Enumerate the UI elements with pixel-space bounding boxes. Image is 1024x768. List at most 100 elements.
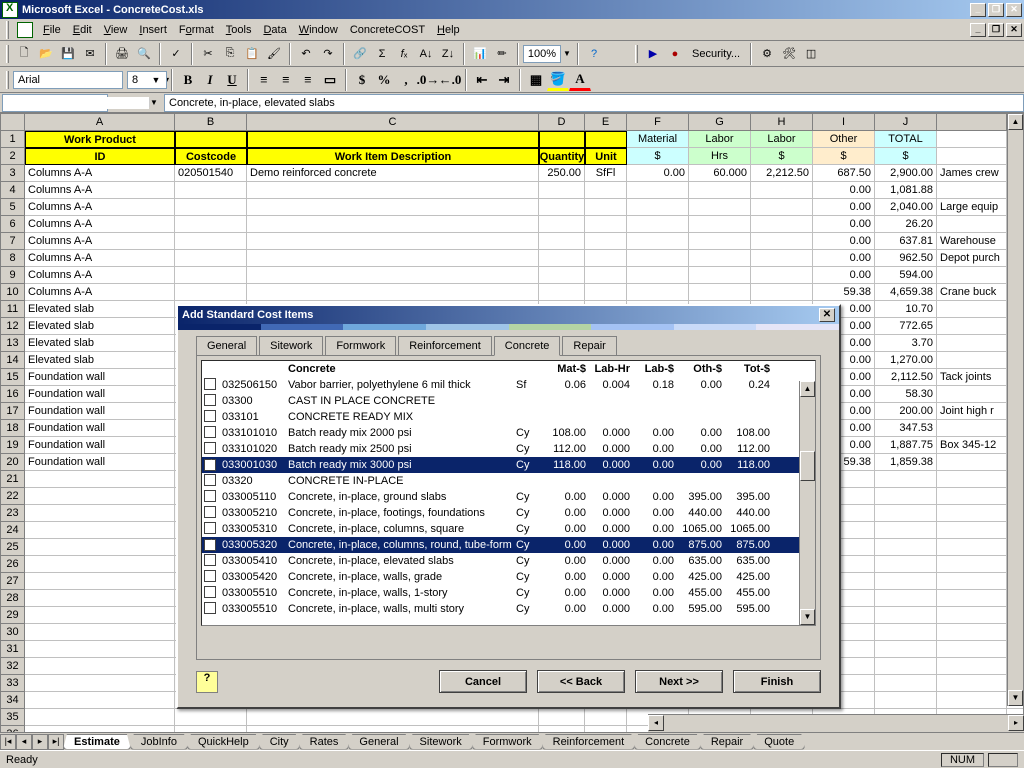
cell-31-9[interactable] <box>875 641 937 658</box>
cell-9-C[interactable] <box>247 267 539 284</box>
align-left-icon[interactable]: ≡ <box>253 69 275 91</box>
cell-7-B[interactable] <box>175 233 247 250</box>
cell-34-10[interactable] <box>937 692 1007 709</box>
cell-9-E[interactable] <box>585 267 627 284</box>
cell-27-9[interactable] <box>875 573 937 590</box>
scroll-up-icon[interactable]: ▲ <box>1008 114 1023 130</box>
row-header-10[interactable]: 10 <box>1 284 25 301</box>
row-header-20[interactable]: 20 <box>1 454 25 471</box>
cell-4-H[interactable] <box>751 182 813 199</box>
cell-14-J[interactable]: 1,270.00 <box>875 352 937 369</box>
sheet-tab-formwork[interactable]: Formwork <box>472 734 543 750</box>
cell-10-K[interactable]: Crane buck <box>937 284 1007 301</box>
dialog-close-button[interactable]: ✕ <box>819 308 835 322</box>
minimize-button[interactable]: _ <box>970 3 986 17</box>
cell-17-J[interactable]: 200.00 <box>875 403 937 420</box>
cell-3-D[interactable]: 250.00 <box>539 165 585 182</box>
row-header-22[interactable]: 22 <box>1 488 25 505</box>
name-box[interactable]: ▼ <box>2 94 108 112</box>
zoom-combo[interactable]: ▼ <box>523 45 573 63</box>
cell-9-I[interactable]: 0.00 <box>813 267 875 284</box>
autosum-icon[interactable]: Σ <box>371 43 393 65</box>
col-header-H[interactable]: H <box>751 114 813 131</box>
align-center-icon[interactable]: ≡ <box>275 69 297 91</box>
cell-10-I[interactable]: 59.38 <box>813 284 875 301</box>
row-header-28[interactable]: 28 <box>1 590 25 607</box>
dialog-help-button[interactable]: ? <box>196 671 218 693</box>
print-icon[interactable]: 🖨 <box>111 43 133 65</box>
col-header-F[interactable]: F <box>627 114 689 131</box>
menu-insert[interactable]: Insert <box>133 22 173 38</box>
cell-31-0[interactable] <box>25 641 175 658</box>
cell-15-A[interactable]: Foundation wall <box>25 369 175 386</box>
select-all-cell[interactable] <box>1 114 25 131</box>
cell-5-I[interactable]: 0.00 <box>813 199 875 216</box>
sheet-tab-quote[interactable]: Quote <box>753 734 805 750</box>
row-header-30[interactable]: 30 <box>1 624 25 641</box>
cell-4-J[interactable]: 1,081.88 <box>875 182 937 199</box>
col-header-[interactable] <box>937 114 1007 131</box>
cell-27-10[interactable] <box>937 573 1007 590</box>
worksheet-area[interactable]: ABCDEFGHIJ1Work ProductMaterialLaborLabo… <box>0 113 1024 743</box>
spelling-icon[interactable]: ✓ <box>165 43 187 65</box>
name-box-dropdown-icon[interactable]: ▼ <box>149 98 158 107</box>
paste-icon[interactable]: 📋 <box>241 43 263 65</box>
comma-icon[interactable]: , <box>395 69 417 91</box>
row-header-6[interactable]: 6 <box>1 216 25 233</box>
cell-10-F[interactable] <box>627 284 689 301</box>
cell-33-10[interactable] <box>937 675 1007 692</box>
tab-nav-last-icon[interactable]: ▸| <box>48 734 64 750</box>
cell-10-C[interactable] <box>247 284 539 301</box>
help-icon[interactable]: ? <box>583 43 605 65</box>
hscroll-right-icon[interactable]: ▸ <box>1008 715 1024 731</box>
item-checkbox[interactable] <box>204 539 216 551</box>
cell-8-K[interactable]: Depot purch <box>937 250 1007 267</box>
item-checkbox[interactable] <box>204 474 216 486</box>
hyperlink-icon[interactable]: 🔗 <box>349 43 371 65</box>
menu-concretecost[interactable]: ConcreteCOST <box>344 22 431 38</box>
doc-minimize-button[interactable]: _ <box>970 23 986 37</box>
font-size-combo[interactable]: ▼ <box>127 71 167 89</box>
row-header-14[interactable]: 14 <box>1 352 25 369</box>
cell-2-K[interactable] <box>937 148 1007 165</box>
row-header-17[interactable]: 17 <box>1 403 25 420</box>
menu-window[interactable]: Window <box>293 22 344 38</box>
cell-7-E[interactable] <box>585 233 627 250</box>
sheet-tab-city[interactable]: City <box>259 734 300 750</box>
sort-asc-icon[interactable]: A↓ <box>415 43 437 65</box>
cell-2-C[interactable]: Work Item Description <box>247 148 539 165</box>
row-header-18[interactable]: 18 <box>1 420 25 437</box>
list-scrollbar[interactable]: ▲ ▼ <box>799 381 815 625</box>
dialog-titlebar[interactable]: Add Standard Cost Items ✕ <box>178 306 839 324</box>
cell-25-0[interactable] <box>25 539 175 556</box>
tab-nav-first-icon[interactable]: |◂ <box>0 734 16 750</box>
doc-restore-button[interactable]: ❐ <box>988 23 1004 37</box>
tools-icon[interactable]: 🛠 <box>778 43 800 65</box>
cell-6-J[interactable]: 26.20 <box>875 216 937 233</box>
drawing-icon[interactable]: ✏ <box>491 43 513 65</box>
cell-1-A[interactable]: Work Product <box>25 131 175 148</box>
open-icon[interactable]: 📂 <box>35 43 57 65</box>
hscroll-left-icon[interactable]: ◂ <box>648 715 664 731</box>
row-header-1[interactable]: 1 <box>1 131 25 148</box>
cost-item-row[interactable]: 033005310Concrete, in-place, columns, sq… <box>202 521 815 537</box>
redo-icon[interactable]: ↷ <box>317 43 339 65</box>
cost-item-row[interactable]: 033101020Batch ready mix 2500 psiCy112.0… <box>202 441 815 457</box>
copy-icon[interactable]: ⎘ <box>219 43 241 65</box>
back-button[interactable]: << Back <box>537 670 625 693</box>
col-header-C[interactable]: C <box>247 114 539 131</box>
sheet-tab-reinforcement[interactable]: Reinforcement <box>542 734 636 750</box>
new-icon[interactable]: 🗋 <box>13 43 35 65</box>
cell-26-0[interactable] <box>25 556 175 573</box>
cell-6-D[interactable] <box>539 216 585 233</box>
dialog-tab-repair[interactable]: Repair <box>562 336 616 356</box>
cell-11-K[interactable] <box>937 301 1007 318</box>
cell-22-9[interactable] <box>875 488 937 505</box>
cell-9-F[interactable] <box>627 267 689 284</box>
cell-15-K[interactable]: Tack joints <box>937 369 1007 386</box>
cell-1-K[interactable] <box>937 131 1007 148</box>
cell-29-9[interactable] <box>875 607 937 624</box>
col-header-D[interactable]: D <box>539 114 585 131</box>
cell-33-0[interactable] <box>25 675 175 692</box>
vertical-scrollbar[interactable]: ▲ ▼ <box>1007 114 1023 706</box>
